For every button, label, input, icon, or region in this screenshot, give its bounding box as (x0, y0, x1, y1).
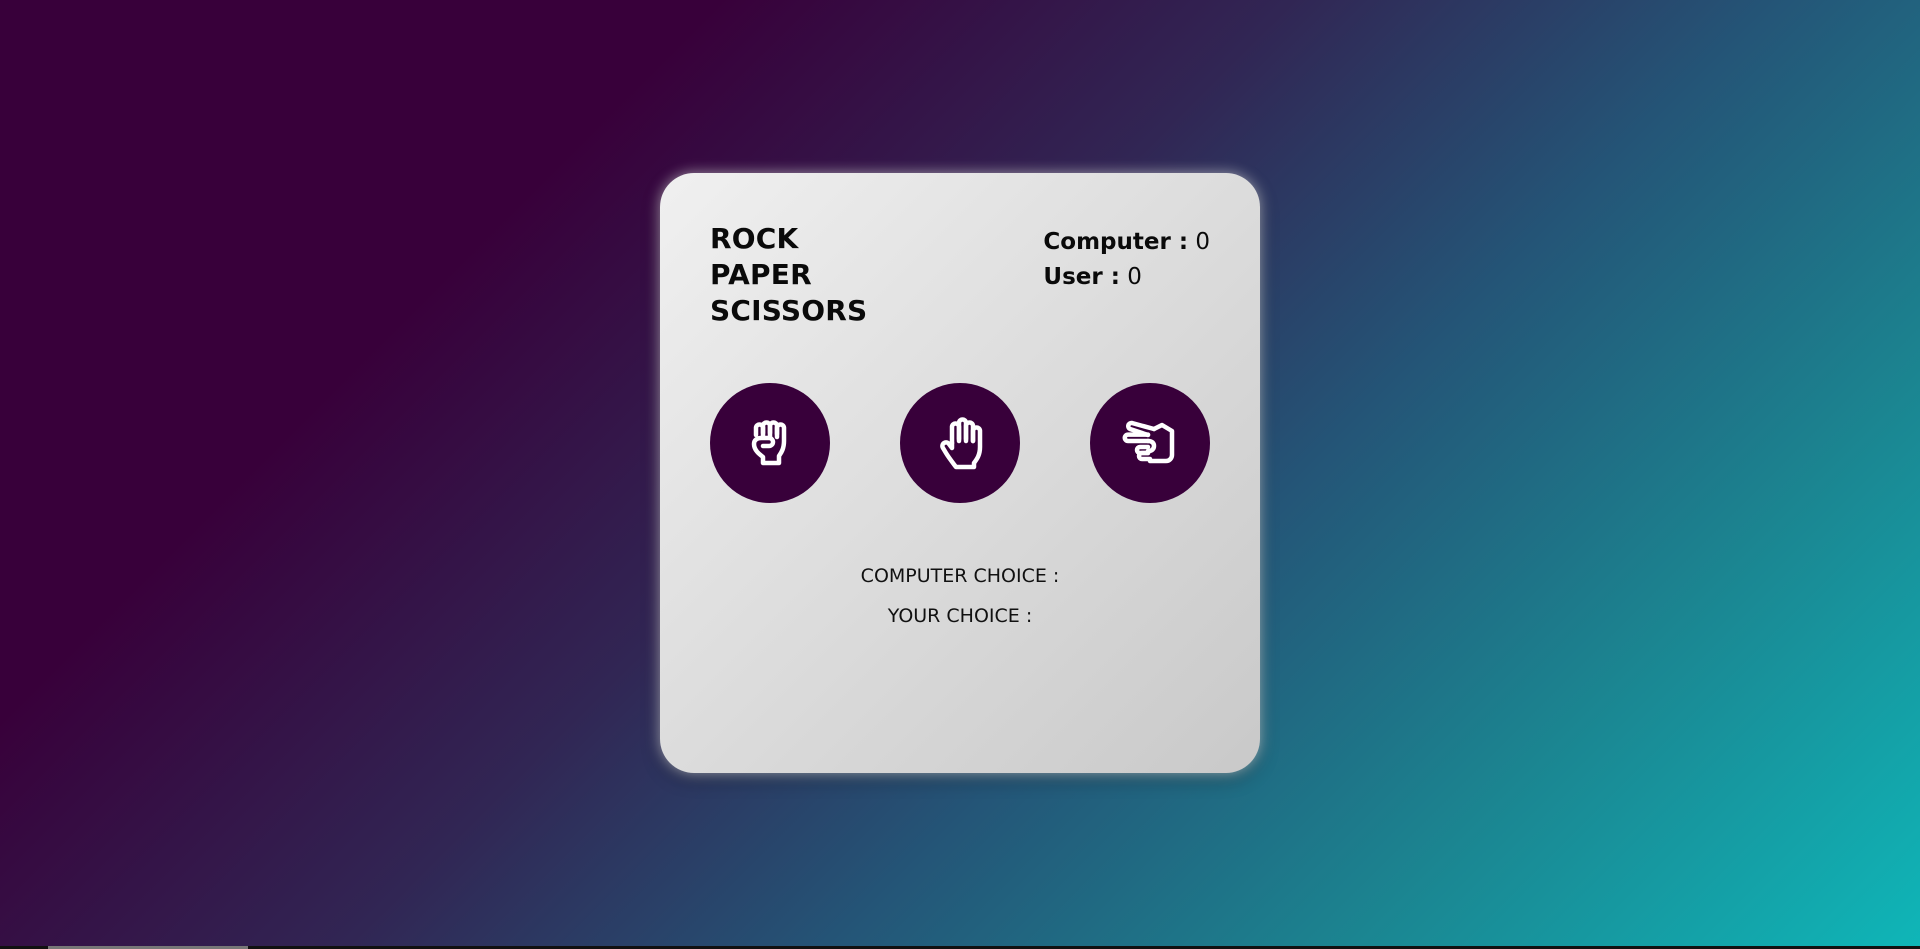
fist-icon (751, 420, 787, 466)
title-line-paper: PAPER (710, 258, 812, 291)
game-card: ROCK PAPER SCISSORS Computer : 0 User : … (660, 173, 1260, 773)
computer-choice-line: COMPUTER CHOICE : (660, 565, 1260, 587)
user-score-value: 0 (1127, 264, 1142, 290)
your-choice-line: YOUR CHOICE : (660, 605, 1260, 627)
user-score-label: User : (1043, 264, 1120, 290)
rock-button[interactable] (710, 383, 830, 503)
title-line-rock: ROCK (710, 222, 799, 255)
computer-score-row: Computer : 0 (1043, 225, 1210, 260)
computer-score-value: 0 (1195, 229, 1210, 255)
computer-score-label: Computer : (1043, 229, 1189, 255)
title-line-scissors: SCISSORS (710, 294, 868, 327)
scissors-hand-icon (1122, 420, 1175, 464)
computer-choice-label: COMPUTER CHOICE : (860, 565, 1060, 587)
choice-buttons (710, 383, 1210, 503)
paper-button[interactable] (900, 383, 1020, 503)
your-choice-label: YOUR CHOICE : (887, 605, 1033, 627)
scoreboard: Computer : 0 User : 0 (1043, 225, 1210, 295)
game-title: ROCK PAPER SCISSORS (710, 221, 867, 329)
scissors-button[interactable] (1090, 383, 1210, 503)
user-score-row: User : 0 (1043, 260, 1210, 295)
open-hand-icon (940, 417, 983, 470)
